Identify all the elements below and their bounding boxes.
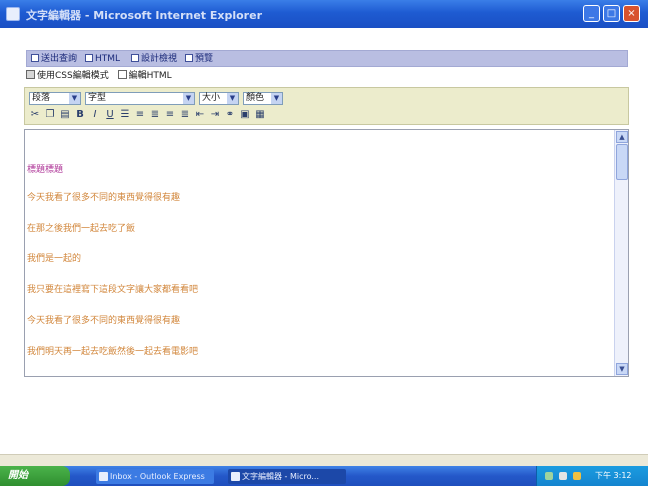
align-center-icon[interactable]: ≡ bbox=[164, 108, 176, 121]
window-title: 文字編輯器 - Microsoft Internet Explorer bbox=[26, 9, 262, 22]
editor-line: 我們是一起的 bbox=[27, 254, 82, 264]
preview-mode-button[interactable]: 預覽 bbox=[185, 53, 213, 65]
editor-line: 今天我看了很多不同的東西覺得很有趣 bbox=[27, 193, 181, 203]
start-button[interactable]: 開始 bbox=[0, 466, 70, 486]
maximize-button[interactable]: □ bbox=[603, 5, 620, 22]
use-html-label: 編輯HTML bbox=[128, 71, 172, 81]
task-editor[interactable]: 文字編輯器 - Micro... bbox=[228, 469, 346, 484]
outdent-icon[interactable]: ⇤ bbox=[194, 108, 206, 121]
status-bar bbox=[0, 454, 648, 466]
network-icon[interactable] bbox=[545, 472, 553, 480]
checkbox-icon bbox=[85, 54, 93, 62]
chevron-down-icon: ▼ bbox=[183, 93, 194, 104]
submit-mode-button[interactable]: 送出查詢 bbox=[31, 53, 77, 65]
mode-label: HTML bbox=[95, 54, 121, 64]
task-label: 文字編輯器 - Micro... bbox=[242, 472, 319, 481]
ie-page-icon bbox=[6, 7, 20, 21]
checkbox-icon bbox=[185, 54, 193, 62]
html-mode-button[interactable]: HTML bbox=[85, 53, 120, 65]
underline-icon[interactable]: U bbox=[104, 108, 116, 121]
format-select-value: 段落 bbox=[32, 93, 51, 103]
use-css-checkbox[interactable] bbox=[26, 70, 35, 79]
use-html-checkbox[interactable] bbox=[117, 70, 127, 79]
checkbox-icon bbox=[31, 54, 39, 62]
size-select-value: 大小 bbox=[202, 93, 221, 103]
paste-icon[interactable]: ▤ bbox=[59, 108, 71, 121]
editor-line: 我只要在這裡寫下這段文字讓大家都看看吧 bbox=[27, 285, 199, 295]
clock: 下午 3:12 bbox=[595, 471, 632, 480]
browser-window: 文字編輯器 - Microsoft Internet Explorer _ □ … bbox=[0, 0, 648, 486]
editor-content[interactable]: 標題標題 今天我看了很多不同的東西覺得很有趣 在那之後我們一起去吃了飯 我們是一… bbox=[24, 129, 629, 377]
size-select[interactable]: 大小 ▼ bbox=[199, 92, 239, 105]
editor-line: 今天我看了很多不同的東西覺得很有趣 bbox=[27, 316, 181, 326]
mode-bar: 送出查詢 HTML 設計檢視 預覽 bbox=[26, 50, 628, 67]
table-icon[interactable]: ▦ bbox=[254, 108, 266, 121]
editor-line: 在那之後我們一起去吃了飯 bbox=[27, 224, 136, 234]
system-tray: 下午 3:12 bbox=[536, 466, 648, 486]
outlook-icon bbox=[99, 472, 108, 481]
options-row: 使用CSS編輯模式 編輯HTML bbox=[26, 70, 172, 84]
bold-icon[interactable]: B bbox=[74, 108, 86, 121]
task-outlook[interactable]: Inbox - Outlook Express bbox=[96, 469, 214, 484]
scroll-up-icon[interactable]: ▲ bbox=[616, 131, 628, 143]
ie-icon bbox=[231, 472, 240, 481]
cut-icon[interactable]: ✂ bbox=[29, 108, 41, 121]
unordered-list-icon[interactable]: ≡ bbox=[134, 108, 146, 121]
close-button[interactable]: × bbox=[623, 5, 640, 22]
security-icon[interactable] bbox=[573, 472, 581, 480]
link-icon[interactable]: ⚭ bbox=[224, 108, 236, 121]
minimize-button[interactable]: _ bbox=[583, 5, 600, 22]
font-select-value: 字型 bbox=[88, 93, 107, 103]
ordered-list-icon[interactable]: ☰ bbox=[119, 108, 131, 121]
editor-toolbar: 段落 ▼ 字型 ▼ 大小 ▼ 顏色 ▼ ✂ ❐ ▤ B I U ☰ ≡ ≣ ≡ ≣ ⇤ … bbox=[24, 87, 629, 125]
task-label: Inbox - Outlook Express bbox=[110, 472, 205, 481]
chevron-down-icon: ▼ bbox=[227, 93, 238, 104]
maximize-icon: □ bbox=[606, 8, 617, 19]
mode-label: 送出查詢 bbox=[41, 54, 78, 64]
use-css-label: 使用CSS編輯模式 bbox=[37, 71, 109, 81]
taskbar: 開始 Inbox - Outlook Express 文字編輯器 - Micro… bbox=[0, 466, 648, 486]
checkbox-icon bbox=[131, 54, 139, 62]
editor-scrollbar[interactable]: ▲ ▼ bbox=[614, 130, 628, 376]
indent-icon[interactable]: ⇥ bbox=[209, 108, 221, 121]
title-bar: 文字編輯器 - Microsoft Internet Explorer _ □ … bbox=[0, 0, 648, 28]
image-icon[interactable]: ▣ bbox=[239, 108, 251, 121]
align-right-icon[interactable]: ≣ bbox=[179, 108, 191, 121]
color-select[interactable]: 顏色 ▼ bbox=[243, 92, 283, 105]
copy-icon[interactable]: ❐ bbox=[44, 108, 56, 121]
editor-line: 我們明天再一起去吃飯然後一起去看電影吧 bbox=[27, 347, 199, 357]
scroll-down-icon[interactable]: ▼ bbox=[616, 363, 628, 375]
design-mode-button[interactable]: 設計檢視 bbox=[131, 53, 177, 65]
volume-icon[interactable] bbox=[559, 472, 567, 480]
format-select[interactable]: 段落 ▼ bbox=[29, 92, 81, 105]
align-left-icon[interactable]: ≣ bbox=[149, 108, 161, 121]
font-select[interactable]: 字型 ▼ bbox=[85, 92, 195, 105]
chevron-down-icon: ▼ bbox=[69, 93, 80, 104]
mode-label: 設計檢視 bbox=[141, 54, 178, 64]
minimize-icon: _ bbox=[589, 8, 594, 19]
mode-label: 預覽 bbox=[195, 54, 214, 64]
chevron-down-icon: ▼ bbox=[271, 93, 282, 104]
scrollbar-thumb[interactable] bbox=[616, 144, 628, 180]
editor-heading: 標題標題 bbox=[27, 165, 64, 175]
close-icon: × bbox=[627, 8, 636, 19]
italic-icon[interactable]: I bbox=[89, 108, 101, 121]
color-select-value: 顏色 bbox=[246, 93, 265, 103]
